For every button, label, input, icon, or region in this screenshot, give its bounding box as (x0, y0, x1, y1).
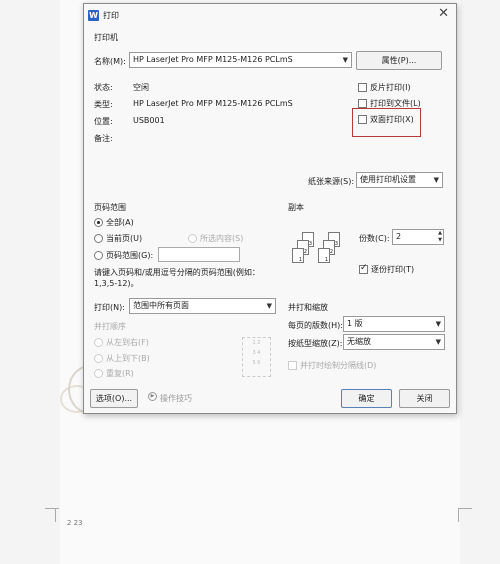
duplex-print-label: 双面打印(X) (370, 115, 414, 124)
chevron-down-icon: ▼ (433, 176, 439, 184)
scale-select[interactable]: 无缩放 ▼ (343, 334, 445, 350)
range-hint-text: 请键入页码和/或用逗号分隔的页码范围(例如：1,3,5-12)。 (94, 268, 260, 288)
location-label: 位置: (94, 117, 113, 126)
selection-radio[interactable] (188, 234, 197, 243)
close-button[interactable]: 关闭 (399, 389, 450, 408)
paper-source-label: 纸张来源(S): (308, 177, 355, 186)
crop-mark (55, 508, 56, 522)
all-pages-label: 全部(A) (106, 218, 134, 227)
status-value: 空闲 (133, 83, 149, 92)
wps-writer-icon: W (88, 10, 99, 21)
copies-title: 副本 (288, 203, 304, 212)
pages-per-sheet-select[interactable]: 1 版 ▼ (343, 316, 445, 332)
printer-select[interactable]: HP LaserJet Pro MFP M125-M126 PCLmS ▼ (129, 52, 352, 68)
reverse-print-label: 反片打印(I) (370, 83, 411, 92)
close-icon[interactable]: ✕ (438, 6, 449, 21)
copies-label: 份数(C): (359, 234, 390, 243)
page-sheet-icon: 1 (318, 248, 330, 263)
current-page-label: 当前页(U) (106, 234, 143, 243)
page-sheet-icon: 1 (292, 248, 304, 263)
properties-button[interactable]: 属性(P)... (356, 51, 442, 70)
print-dialog: W 打印 ✕ 打印机 名称(M): HP LaserJet Pro MFP M1… (83, 3, 457, 414)
print-what-select[interactable]: 范围中所有页面 ▼ (129, 298, 276, 314)
page-range-label: 页码范围(G): (106, 251, 154, 260)
spin-arrows-icon: ▲ ▼ (438, 230, 442, 243)
order-top-bottom-label: 从上到下(B) (106, 354, 150, 363)
order-left-right-label: 从左到右(F) (106, 338, 149, 347)
printer-name-label: 名称(M): (94, 57, 126, 66)
type-value: HP LaserJet Pro MFP M125-M126 PCLmS (133, 99, 293, 108)
page-range-title: 页码范围 (94, 203, 126, 212)
printer-section-title: 打印机 (94, 33, 118, 42)
separator-line-label: 并打时绘制分隔线(D) (300, 361, 377, 370)
zoom-title: 并打和缩放 (288, 303, 328, 312)
print-what-label: 打印(N): (94, 303, 125, 312)
all-pages-radio[interactable] (94, 218, 103, 227)
crop-mark (45, 508, 59, 509)
order-preview-icon: 1 2 3 4 5 6 (242, 337, 271, 377)
current-page-radio[interactable] (94, 234, 103, 243)
print-to-file-checkbox[interactable] (358, 99, 367, 108)
paper-source-select[interactable]: 使用打印机设置 ▼ (356, 172, 443, 188)
selection-label: 所选内容(S) (200, 234, 244, 243)
type-label: 类型: (94, 100, 113, 109)
options-button[interactable]: 选项(O)... (90, 389, 138, 408)
chevron-down-icon: ▼ (435, 320, 441, 328)
status-label: 状态: (94, 83, 113, 92)
location-value: USB001 (133, 116, 165, 125)
copies-spinner[interactable]: 2 ▲ ▼ (392, 229, 444, 245)
pages-per-sheet-label: 每页的版数(H): (288, 321, 343, 330)
order-repeat-radio[interactable] (94, 369, 103, 378)
duplex-print-checkbox[interactable] (358, 115, 367, 124)
chevron-down-icon: ▼ (266, 302, 272, 310)
order-left-right-radio[interactable] (94, 338, 103, 347)
crop-mark (458, 508, 459, 522)
tips-link[interactable]: 操作技巧 (160, 393, 192, 404)
page-range-radio[interactable] (94, 251, 103, 260)
order-repeat-label: 重复(R) (106, 369, 134, 378)
print-order-title: 并打顺序 (94, 322, 126, 331)
reverse-print-checkbox[interactable] (358, 83, 367, 92)
collate-label: 逐份打印(T) (371, 265, 415, 274)
page-range-input[interactable] (158, 247, 240, 262)
crop-mark (458, 508, 472, 509)
order-top-bottom-radio[interactable] (94, 354, 103, 363)
page-number: 2 23 (67, 519, 83, 527)
separator-line-checkbox[interactable] (288, 361, 297, 370)
comment-label: 备注: (94, 134, 113, 143)
scale-label: 按纸型缩放(Z): (288, 339, 343, 348)
chevron-down-icon: ▼ (435, 338, 441, 346)
chevron-down-icon: ▼ (342, 56, 348, 64)
dialog-title: 打印 (103, 11, 119, 20)
collate-checkbox[interactable] (359, 263, 368, 274)
ok-button[interactable]: 确定 (341, 389, 392, 408)
play-icon[interactable]: ▶ (148, 392, 157, 401)
